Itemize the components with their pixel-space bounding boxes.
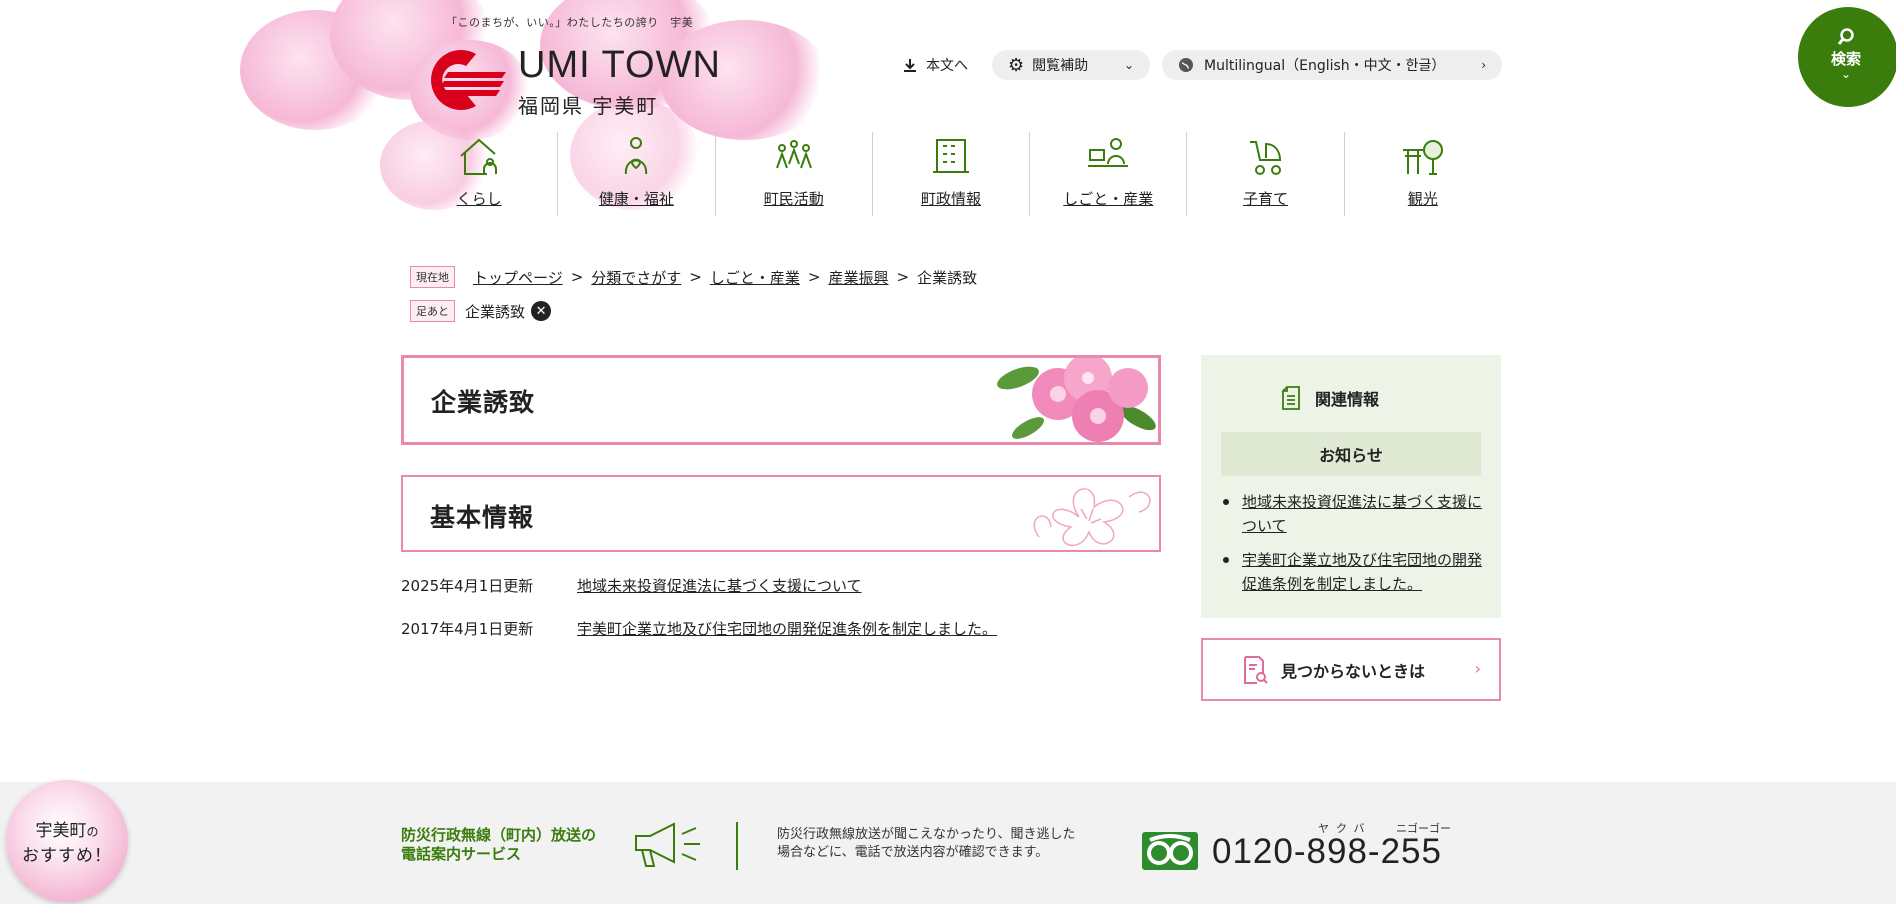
- document-icon: [1282, 386, 1300, 410]
- nav-item-health[interactable]: 健康・福祉: [557, 132, 714, 216]
- nav-label: 町政情報: [920, 190, 981, 208]
- search-label: 検索: [1830, 50, 1861, 68]
- skip-to-content-link[interactable]: 本文へ: [902, 50, 968, 80]
- logo-japanese: 福岡県 宇美町: [518, 94, 659, 118]
- recommend-label-line1: 宇美町の: [35, 816, 98, 841]
- accessibility-assist-button[interactable]: ⚙ 閲覧補助 ⌄: [992, 50, 1150, 80]
- news-link[interactable]: 地域未来投資促進法に基づく支援について: [577, 575, 862, 596]
- nav-label: 町民活動: [763, 190, 824, 208]
- related-info-sidebar: 関連情報 お知らせ 地域未来投資促進法に基づく支援について 宇美町企業立地及び住…: [1201, 355, 1501, 618]
- gear-icon: ⚙: [1008, 54, 1025, 76]
- chevron-right-icon: ›: [1481, 58, 1486, 72]
- breadcrumb-link-category[interactable]: 分類でさがす: [591, 267, 681, 288]
- nav-label: しごと・産業: [1063, 190, 1154, 208]
- radio-service-desc-line1: 防災行政無線放送が聞こえなかったり、聞き逃した: [777, 827, 1076, 842]
- news-date: 2025年4月1日更新: [401, 577, 534, 595]
- news-item: 2017年4月1日更新 宇美町企業立地及び住宅団地の開発促進条例を制定しました。: [401, 618, 1161, 639]
- site-logo[interactable]: UMI TOWN 福岡県 宇美町: [418, 44, 721, 118]
- globe-icon: [1179, 58, 1193, 72]
- nav-item-kurashi[interactable]: くらし: [401, 132, 557, 216]
- search-document-icon: [1244, 655, 1268, 684]
- breadcrumb-separator: >: [689, 268, 702, 286]
- radio-service-desc-line2: 場合などに、電話で放送内容が確認できます。: [777, 845, 1049, 860]
- recommend-button[interactable]: 宇美町の おすすめ！: [6, 780, 128, 902]
- breadcrumb-link-work[interactable]: しごと・産業: [710, 267, 800, 288]
- radio-service-title-line2: 電話案内サービス: [401, 845, 522, 863]
- chevron-right-icon: ›: [1474, 659, 1481, 678]
- recommend-no: の: [86, 825, 99, 839]
- download-arrow-icon: [904, 59, 916, 72]
- related-link[interactable]: 地域未来投資促進法に基づく支援について: [1242, 493, 1482, 535]
- footprint: 足あと 企業誘致 ✕: [410, 300, 552, 322]
- radio-service-description: 防災行政無線放送が聞こえなかったり、聞き逃した 場合などに、電話で放送内容が確認…: [777, 826, 1075, 862]
- free-dial-phone[interactable]: ヤクバ ニゴーゴー 0120-898-255: [1142, 820, 1462, 880]
- torii-tree-icon: [1402, 140, 1443, 175]
- phone-number: 0120-898-255: [1212, 832, 1442, 871]
- nav-label: 子育て: [1243, 190, 1289, 208]
- worker-desk-icon: [1088, 138, 1129, 167]
- global-nav: くらし 健康・福祉 町民活動 町政情報 しごと・産業 子育て 観光: [401, 132, 1501, 216]
- nav-item-government[interactable]: 町政情報: [871, 132, 1029, 216]
- footprint-item[interactable]: 企業誘致: [465, 301, 525, 322]
- radio-service-title: 防災行政無線（町内）放送の 電話案内サービス: [401, 826, 596, 864]
- skip-to-content-label: 本文へ: [926, 58, 968, 74]
- breadcrumb: 現在地 トップページ > 分類でさがす > しごと・産業 > 産業振興 > 企業…: [410, 266, 977, 288]
- multilingual-label: Multilingual（English・中文・한글）: [1204, 58, 1446, 74]
- related-link[interactable]: 宇美町企業立地及び住宅団地の開発促進条例を制定しました。: [1242, 551, 1482, 593]
- nav-label: くらし: [456, 190, 502, 208]
- news-item: 2025年4月1日更新 地域未来投資促進法に基づく支援について: [401, 575, 1161, 596]
- not-found-button[interactable]: 見つからないときは ›: [1201, 638, 1501, 701]
- related-info-heading: 関連情報: [1281, 385, 1379, 411]
- flower-line-art-image: [1033, 488, 1151, 547]
- logo-english: UMI TOWN: [518, 44, 721, 86]
- azalea-flower-image: [997, 358, 1156, 442]
- close-icon[interactable]: ✕: [531, 301, 552, 321]
- megaphone-icon: [635, 822, 700, 867]
- list-item[interactable]: 宇美町企業立地及び住宅団地の開発促進条例を制定しました。: [1221, 548, 1487, 596]
- building-icon: [932, 139, 969, 173]
- breadcrumb-separator: >: [570, 268, 584, 286]
- section-title: 基本情報: [430, 503, 535, 532]
- current-location-tag: 現在地: [410, 266, 455, 288]
- list-item[interactable]: 地域未来投資促進法に基づく支援について: [1221, 490, 1487, 538]
- breadcrumb-separator: >: [807, 268, 821, 286]
- multilingual-button[interactable]: Multilingual（English・中文・한글） ›: [1162, 50, 1502, 80]
- footprint-tag: 足あと: [410, 300, 455, 322]
- news-link[interactable]: 宇美町企業立地及び住宅団地の開発促進条例を制定しました。: [577, 618, 997, 639]
- breadcrumb-separator: >: [896, 268, 910, 286]
- breadcrumb-current: 企業誘致: [917, 268, 978, 287]
- nav-item-community[interactable]: 町民活動: [714, 132, 872, 216]
- nav-item-childcare[interactable]: 子育て: [1186, 132, 1343, 216]
- chevron-down-icon: ⌄: [1840, 67, 1852, 81]
- chevron-down-icon: ⌄: [1123, 58, 1134, 72]
- health-person-icon: [625, 137, 648, 175]
- recommend-town: 宇美町: [35, 821, 87, 841]
- notice-subheading: お知らせ: [1221, 432, 1481, 476]
- related-links-list: 地域未来投資促進法に基づく支援について 宇美町企業立地及び住宅団地の開発促進条例…: [1221, 490, 1487, 606]
- breadcrumb-link-top[interactable]: トップページ: [473, 267, 563, 288]
- house-person-icon: [460, 138, 498, 175]
- free-dial-icon: [1142, 832, 1198, 870]
- page-title: 企業誘致: [431, 388, 536, 417]
- recommend-label-line2: おすすめ！: [22, 846, 112, 866]
- search-button[interactable]: 検索 ⌄: [1798, 7, 1896, 107]
- footer-divider: [736, 822, 738, 870]
- search-icon: [1837, 28, 1854, 45]
- people-group-icon: [775, 140, 812, 169]
- nav-item-tourism[interactable]: 観光: [1343, 132, 1501, 216]
- stroller-icon: [1249, 141, 1281, 175]
- nav-item-work[interactable]: しごと・産業: [1029, 132, 1186, 216]
- town-tagline: 「このまちが、いい。」わたしたちの誇り 宇美: [446, 16, 694, 29]
- news-date: 2017年4月1日更新: [401, 620, 534, 638]
- radio-service-title-line1: 防災行政無線（町内）放送の: [401, 826, 597, 844]
- nav-label: 健康・福祉: [598, 190, 674, 208]
- umi-town-logo-mark-icon: [431, 50, 506, 110]
- accessibility-assist-label: 閲覧補助: [1032, 58, 1089, 74]
- nav-label: 観光: [1407, 190, 1438, 208]
- not-found-label: 見つからないときは: [1281, 661, 1426, 681]
- section-title-box: 基本情報: [401, 475, 1161, 552]
- breadcrumb-link-industry[interactable]: 産業振興: [828, 267, 888, 288]
- related-info-heading-label: 関連情報: [1315, 390, 1380, 409]
- page-title-box: 企業誘致: [401, 355, 1161, 445]
